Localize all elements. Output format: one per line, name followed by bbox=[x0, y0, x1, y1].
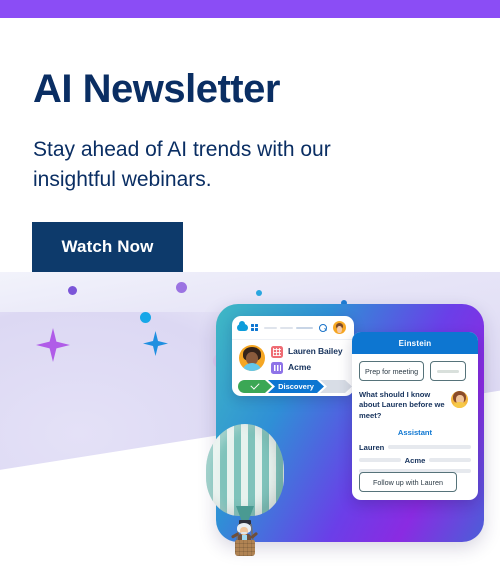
contact-icon bbox=[271, 346, 283, 358]
sales-path[interactable]: Discovery bbox=[238, 380, 352, 393]
path-stage-next[interactable] bbox=[320, 380, 352, 393]
search-icon[interactable] bbox=[319, 323, 327, 332]
card-toolbar bbox=[232, 316, 354, 340]
account-icon bbox=[271, 362, 283, 374]
answer-block: Lauren Acme bbox=[359, 443, 471, 473]
top-accent-bar bbox=[0, 0, 500, 18]
decor-dot-purple bbox=[68, 286, 77, 295]
answer-keyword-acme: Acme bbox=[404, 455, 426, 465]
decor-dot-violet bbox=[176, 282, 187, 293]
hot-air-balloon-icon bbox=[206, 424, 284, 559]
einstein-header: Einstein bbox=[352, 332, 478, 354]
newsletter-promo-card: AI Newsletter Stay ahead of AI trends wi… bbox=[0, 0, 500, 575]
nav-placeholder-2 bbox=[280, 326, 293, 329]
suggestion-chips: Prep for meeting bbox=[359, 361, 471, 381]
check-icon bbox=[250, 380, 260, 390]
illustration-area: Lauren Bailey Acme Discovery Einstein Pr… bbox=[0, 272, 500, 575]
cloud-icon bbox=[237, 321, 248, 331]
path-stage-completed[interactable] bbox=[238, 380, 272, 393]
contact-avatar bbox=[239, 345, 265, 371]
question-avatar bbox=[451, 391, 468, 408]
account-name: Acme bbox=[288, 362, 312, 372]
watch-now-button[interactable]: Watch Now bbox=[32, 222, 183, 272]
assistant-label: Assistant bbox=[397, 427, 433, 437]
question-row: What should I know about Lauren before w… bbox=[359, 390, 471, 421]
decor-dot-cyan bbox=[140, 312, 151, 323]
path-stage-current[interactable]: Discovery bbox=[268, 380, 324, 393]
chip-secondary[interactable] bbox=[430, 361, 467, 381]
avatar[interactable] bbox=[333, 321, 346, 334]
answer-keyword-lauren: Lauren bbox=[359, 442, 385, 452]
chip-placeholder-bar bbox=[437, 369, 460, 373]
answer-placeholder-bar bbox=[388, 445, 471, 450]
answer-line-1: Lauren bbox=[359, 443, 471, 452]
card-body: Lauren Bailey Acme Discovery bbox=[232, 340, 354, 396]
nav-placeholder-3 bbox=[296, 326, 313, 329]
contact-record-card[interactable]: Lauren Bailey Acme Discovery bbox=[232, 316, 354, 396]
contact-name: Lauren Bailey bbox=[288, 346, 343, 356]
balloon-basket bbox=[235, 540, 255, 556]
follow-up-button[interactable]: Follow up with Lauren bbox=[359, 472, 457, 492]
page-title: AI Newsletter bbox=[33, 67, 280, 111]
einstein-assistant-card[interactable]: Einstein Prep for meeting What should I … bbox=[352, 332, 478, 500]
grid-icon[interactable] bbox=[251, 324, 258, 331]
answer-placeholder-bar bbox=[429, 458, 471, 463]
hero-section: AI Newsletter Stay ahead of AI trends wi… bbox=[0, 18, 500, 272]
nav-placeholder-1 bbox=[264, 326, 277, 329]
decor-dot-cyan-small bbox=[256, 290, 262, 296]
question-text: What should I know about Lauren before w… bbox=[359, 390, 445, 420]
answer-placeholder-bar bbox=[359, 458, 401, 463]
balloon-envelope bbox=[206, 424, 284, 516]
einstein-body: Prep for meeting What should I know abou… bbox=[352, 354, 478, 473]
chip-prep-for-meeting[interactable]: Prep for meeting bbox=[359, 361, 425, 381]
answer-line-2: Acme bbox=[359, 456, 471, 465]
hero-subtitle: Stay ahead of AI trends with our insight… bbox=[33, 138, 331, 191]
